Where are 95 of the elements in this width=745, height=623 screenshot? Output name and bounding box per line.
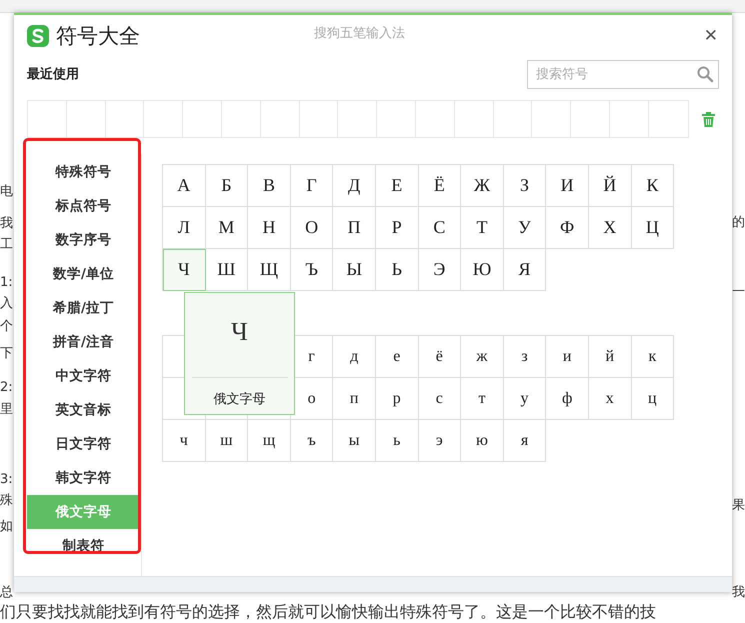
symbol-cell[interactable]: В — [248, 165, 291, 207]
symbol-cell[interactable]: ё — [418, 336, 462, 378]
symbol-cell[interactable]: к — [632, 336, 674, 378]
category-tab[interactable]: 特殊符号 — [27, 155, 140, 189]
symbol-cell[interactable]: Ц — [632, 207, 674, 249]
symbol-cell[interactable]: Ш — [206, 249, 248, 291]
symbol-cell[interactable]: И — [546, 165, 589, 207]
symbol-cell[interactable]: Щ — [248, 249, 291, 291]
document-text: 工 — [0, 236, 14, 254]
document-text: 殊 — [0, 492, 14, 510]
symbol-cell[interactable]: Ъ — [290, 249, 334, 291]
category-tab[interactable]: 数字序号 — [27, 223, 140, 257]
category-tab[interactable]: 数学/单位 — [27, 257, 140, 291]
symbol-cell[interactable]: щ — [248, 420, 291, 462]
document-text: 果 — [732, 497, 745, 515]
category-tab[interactable]: 中文字符 — [27, 359, 140, 393]
symbol-cell[interactable]: У — [504, 207, 546, 249]
symbol-cell[interactable]: ф — [546, 378, 589, 420]
symbol-cell[interactable]: ы — [333, 420, 376, 462]
preview-symbol: Ч — [231, 317, 248, 348]
document-text: — — [732, 282, 745, 300]
symbol-cell[interactable]: й — [588, 336, 632, 378]
symbol-cell[interactable]: х — [588, 378, 632, 420]
symbol-cell[interactable]: ж — [461, 336, 504, 378]
symbol-cell[interactable]: ь — [376, 420, 419, 462]
symbol-cell[interactable]: ъ — [290, 420, 334, 462]
symbol-cell[interactable]: Э — [418, 249, 462, 291]
symbol-cell[interactable]: ц — [632, 378, 674, 420]
category-tab[interactable]: 标点符号 — [27, 189, 140, 223]
symbol-cell[interactable]: т — [461, 378, 504, 420]
document-text: 我 — [732, 584, 745, 602]
symbol-cell[interactable]: Ё — [418, 165, 462, 207]
symbol-cell[interactable]: П — [333, 207, 376, 249]
symbol-cell[interactable]: О — [290, 207, 334, 249]
symbol-cell[interactable]: у — [504, 378, 546, 420]
trash-icon[interactable] — [702, 112, 715, 126]
close-button[interactable]: ✕ — [700, 26, 722, 46]
symbol-cell[interactable]: Ю — [461, 249, 504, 291]
search-icon — [696, 64, 714, 82]
symbol-cell[interactable]: Е — [376, 165, 419, 207]
document-text: 里 — [0, 401, 14, 419]
document-text: 如 — [0, 518, 14, 536]
symbol-cell[interactable]: ч — [163, 420, 206, 462]
document-text: 电 — [0, 183, 14, 201]
symbol-cell[interactable]: д — [333, 336, 376, 378]
symbol-cell[interactable]: А — [163, 165, 206, 207]
document-text: 入 — [0, 295, 14, 313]
symbol-cell[interactable]: Н — [248, 207, 291, 249]
symbol-cell[interactable]: е — [376, 336, 419, 378]
symbol-cell[interactable]: Й — [588, 165, 632, 207]
section-title: 最近使用 — [27, 66, 79, 83]
symbol-cell[interactable]: ю — [461, 420, 504, 462]
symbol-cell[interactable]: М — [206, 207, 248, 249]
category-tab[interactable]: 希腊/拉丁 — [27, 291, 140, 325]
app-name: 搜狗五笔输入法 — [314, 25, 405, 42]
preview-label: 俄文字母 — [214, 391, 266, 408]
symbol-cell[interactable]: с — [418, 378, 462, 420]
search-field[interactable]: 搜索符号 — [527, 60, 719, 88]
document-text: 1: — [0, 274, 14, 292]
document-text: 个 — [0, 318, 14, 336]
symbol-cell[interactable]: Б — [206, 165, 248, 207]
symbol-cell[interactable]: э — [418, 420, 462, 462]
symbol-cell[interactable]: п — [333, 378, 376, 420]
document-text: 我 — [0, 215, 14, 233]
document-text: 总 — [0, 584, 14, 602]
symbol-cell[interactable]: Х — [588, 207, 632, 249]
symbol-cell[interactable]: Ь — [376, 249, 419, 291]
document-text: 们只要找找就能找到有符号的选择，然后就可以愉快输出特殊符号了。这是一个比较不错的技 — [0, 603, 657, 621]
symbol-cell[interactable]: Д — [333, 165, 376, 207]
document-text: 下 — [0, 345, 14, 363]
document-text: 3: — [0, 471, 14, 489]
logo-icon — [26, 24, 50, 48]
dialog-title: 符号大全 — [56, 23, 140, 50]
symbol-cell[interactable]: Ы — [333, 249, 376, 291]
symbol-cell[interactable]: Ж — [461, 165, 504, 207]
category-tab[interactable]: 拼音/注音 — [27, 325, 140, 359]
document-text: 2: — [0, 379, 14, 397]
symbol-cell[interactable]: ш — [206, 420, 248, 462]
symbol-cell[interactable]: Г — [290, 165, 334, 207]
symbol-cell[interactable]: З — [504, 165, 546, 207]
category-tab[interactable]: 日文字符 — [27, 427, 140, 461]
document-text: 的 — [732, 214, 745, 232]
symbol-cell[interactable]: Я — [504, 249, 546, 291]
symbol-cell[interactable]: Т — [461, 207, 504, 249]
symbol-cell[interactable]: С — [418, 207, 462, 249]
symbol-cell[interactable]: р — [376, 378, 419, 420]
symbol-cell[interactable]: К — [632, 165, 674, 207]
category-tab[interactable]: 韩文字符 — [27, 461, 140, 495]
symbol-cell[interactable]: и — [546, 336, 589, 378]
symbol-cell[interactable]: з — [504, 336, 546, 378]
symbol-cell[interactable]: Р — [376, 207, 419, 249]
symbol-cell[interactable]: Ф — [546, 207, 589, 249]
category-tab[interactable]: 英文音标 — [27, 393, 140, 427]
symbol-cell[interactable]: Ч — [163, 249, 206, 291]
symbol-cell[interactable]: я — [504, 420, 546, 462]
